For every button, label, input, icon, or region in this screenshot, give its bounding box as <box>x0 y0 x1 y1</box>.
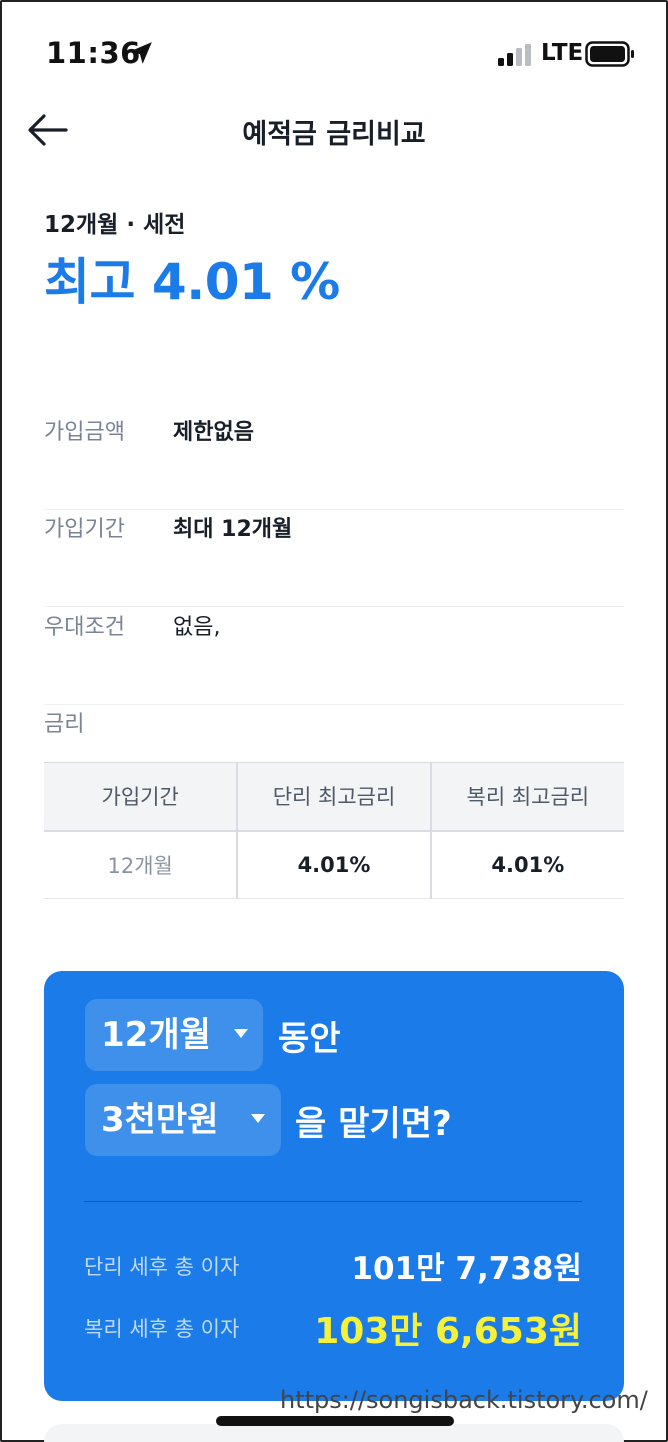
divider <box>84 1201 582 1202</box>
status-bar: 11:36 LTE <box>0 0 668 100</box>
info-value: 제한없음 <box>173 420 254 445</box>
watermark: https://songisback.tistory.com/ <box>280 1386 648 1414</box>
table-row: 12개월 4.01% 4.01% <box>44 830 624 899</box>
amount-select-value: 3천만원 <box>101 1100 219 1140</box>
info-value: 없음, <box>173 615 221 640</box>
status-time: 11:36 <box>46 36 141 70</box>
simple-interest-label: 단리 세후 총 이자 <box>84 1255 240 1279</box>
battery-icon <box>585 41 634 67</box>
rate-table: 가입기간 단리 최고금리 복리 최고금리 12개월 4.01% 4.01% <box>44 762 624 899</box>
table-header: 단리 최고금리 <box>236 762 431 832</box>
home-indicator[interactable] <box>216 1416 454 1426</box>
period-select-value: 12개월 <box>101 1015 211 1055</box>
amount-select[interactable]: 3천만원 <box>85 1084 281 1156</box>
period-suffix: 동안 <box>278 1019 341 1059</box>
location-arrow-icon <box>130 42 152 64</box>
table-cell-simple-rate: 4.01% <box>236 830 431 899</box>
next-card <box>44 1424 624 1442</box>
table-cell-compound-rate: 4.01% <box>429 830 624 899</box>
info-row-conditions: 우대조건 없음, <box>44 609 624 705</box>
table-header: 가입기간 <box>44 762 238 832</box>
term-tax-label: 12개월 · 세전 <box>44 212 186 238</box>
info-value: 최대 12개월 <box>173 517 293 542</box>
info-label: 가입금액 <box>44 420 125 445</box>
info-label: 가입기간 <box>44 517 125 542</box>
interest-calculator-card: 12개월 동안 3천만원 을 맡기면? 단리 세후 총 이자 101만 7,73… <box>44 971 624 1401</box>
compound-interest-label: 복리 세후 총 이자 <box>84 1317 240 1341</box>
amount-suffix: 을 맡기면? <box>295 1104 452 1144</box>
period-select[interactable]: 12개월 <box>85 999 263 1071</box>
caret-down-icon <box>251 1114 265 1123</box>
signal-strength-icon <box>498 44 531 66</box>
info-row-amount: 가입금액 제한없음 <box>44 414 624 510</box>
page-title: 예적금 금리비교 <box>242 119 426 150</box>
rate-section-label: 금리 <box>44 712 85 737</box>
info-label: 우대조건 <box>44 615 125 640</box>
info-row-period: 가입기간 최대 12개월 <box>44 511 624 607</box>
simple-interest-value: 101만 7,738원 <box>351 1251 582 1287</box>
max-rate: 최고 4.01 % <box>44 253 340 311</box>
compound-interest-value: 103만 6,653원 <box>314 1311 582 1352</box>
table-header: 복리 최고금리 <box>429 762 624 832</box>
network-type: LTE <box>541 40 584 66</box>
caret-down-icon <box>234 1029 248 1038</box>
table-cell-term: 12개월 <box>44 830 238 899</box>
